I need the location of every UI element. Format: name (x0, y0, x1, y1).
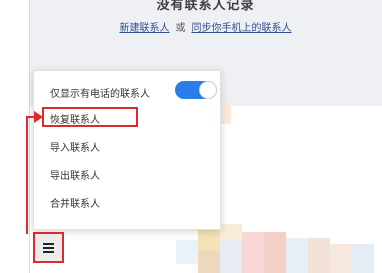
empty-state-links: 新建联系人或同步你手机上的联系人 (29, 19, 382, 34)
new-contact-link[interactable]: 新建联系人 (120, 23, 170, 34)
annotation-arrowhead-icon (34, 111, 43, 123)
blur-block-12 (176, 240, 198, 264)
blur-block-17 (286, 238, 308, 273)
annotation-arrow-vertical (26, 116, 28, 234)
menu-item-merge-contacts[interactable]: 合并联系人 (50, 195, 100, 210)
menu-item-show-with-phone[interactable]: 仅显示有电话的联系人 (50, 85, 150, 100)
sync-phone-contacts-link[interactable]: 同步你手机上的联系人 (192, 23, 292, 34)
menu-item-import-contacts[interactable]: 导入联系人 (50, 139, 100, 154)
blur-block-16 (264, 232, 286, 273)
blur-block-20 (352, 244, 374, 273)
hamburger-menu-icon (43, 241, 54, 255)
menu-item-restore-contacts[interactable]: 恢复联系人 (50, 111, 100, 126)
blur-block-19 (330, 244, 352, 273)
toggle-knob (199, 81, 217, 99)
blur-block-14 (220, 240, 242, 273)
blur-block-15 (242, 232, 264, 273)
menu-button[interactable] (33, 232, 64, 263)
settings-popup-menu: 仅显示有电话的联系人 恢复联系人 导入联系人 导出联系人 合并联系人 (33, 70, 221, 230)
menu-item-export-contacts[interactable]: 导出联系人 (50, 167, 100, 182)
blur-block-13 (198, 250, 220, 273)
or-text: 或 (175, 23, 186, 34)
sidebar-divider (29, 0, 30, 273)
empty-state-title: 没有联系人记录 (156, 0, 255, 13)
show-phone-only-toggle[interactable] (175, 81, 217, 99)
blur-block-18 (308, 238, 330, 273)
